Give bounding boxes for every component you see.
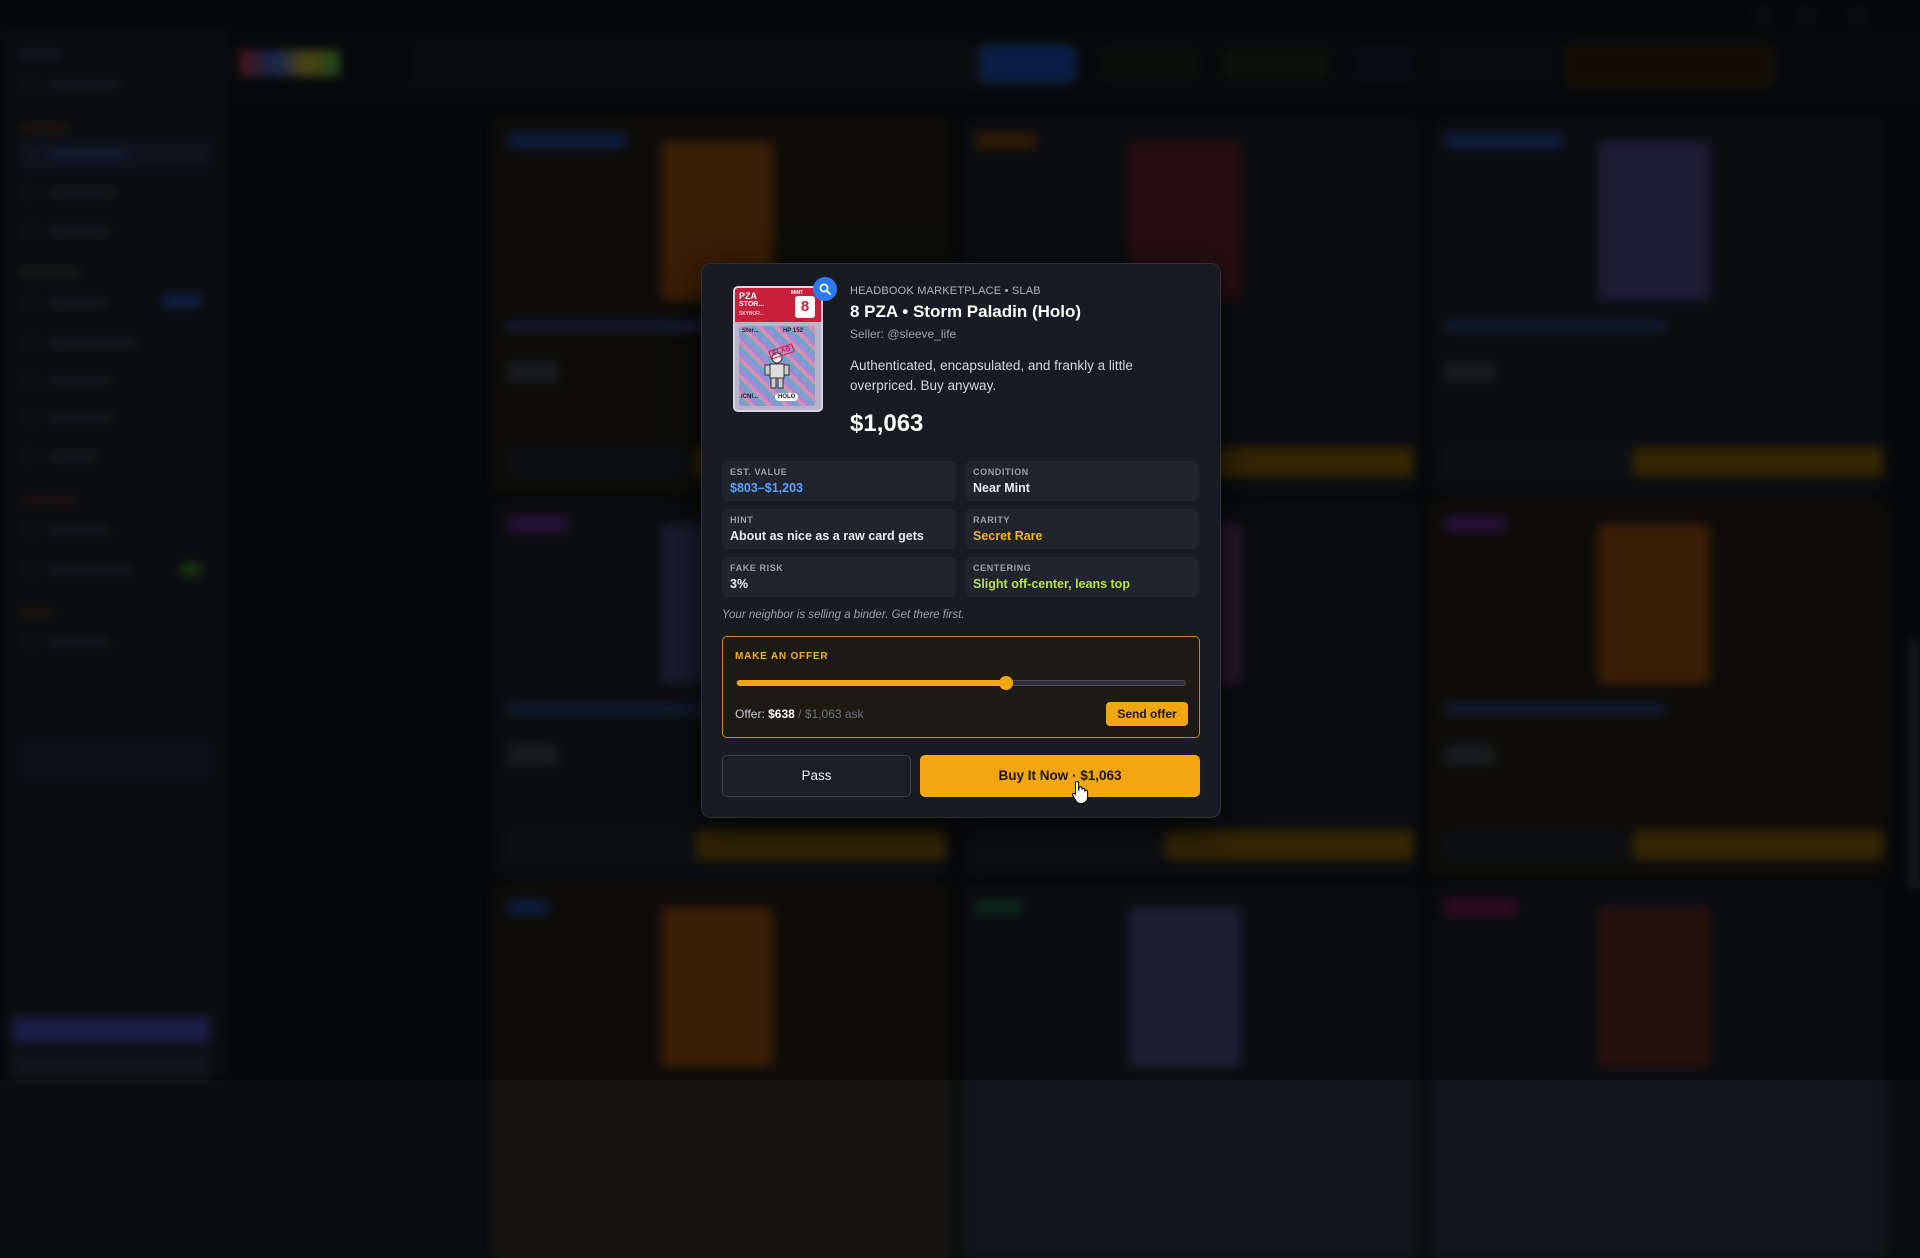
slab-grader: PZA	[739, 291, 757, 301]
offer-summary: Offer: $638 / $1,063 ask	[735, 707, 864, 721]
listing-price: $1,063	[850, 410, 924, 437]
offer-label: MAKE AN OFFER	[735, 651, 829, 662]
offer-prefix: Offer:	[735, 707, 769, 721]
stat-value: About as nice as a raw card gets	[730, 529, 924, 543]
listing-source: HEADBOOK MARKETPLACE • SLAB	[850, 285, 1041, 297]
slab-grade: 8	[795, 296, 815, 318]
stat-value: Near Mint	[973, 481, 1030, 495]
holo-badge: HOLO	[775, 393, 799, 401]
stat-condition: CONDITION Near Mint	[965, 461, 1199, 501]
stat-label: CONDITION	[973, 467, 1029, 477]
stat-value: 3%	[730, 577, 749, 591]
seller-link[interactable]: Seller: @sleeve_life	[850, 327, 956, 341]
pass-button[interactable]: Pass	[722, 755, 911, 797]
listing-description: Authenticated, encapsulated, and frankly…	[850, 358, 1133, 393]
stat-label: FAKE RISK	[730, 563, 784, 573]
stat-value: $803–$1,203	[730, 481, 803, 495]
listing-modal: PZA STOR... SKYBOR... MINT 8 Stor... HP …	[701, 263, 1221, 818]
stat-est-value: EST. VALUE $803–$1,203	[722, 461, 956, 501]
card-inner-name: Stor...	[742, 328, 759, 334]
stat-fake-risk: FAKE RISK 3%	[722, 557, 956, 597]
stat-hint: HINT About as nice as a raw card gets	[722, 509, 956, 549]
buy-it-now-button[interactable]: Buy It Now · $1,063	[920, 755, 1200, 797]
send-offer-button[interactable]: Send offer	[1106, 702, 1188, 726]
stat-centering: CENTERING Slight off-center, leans top	[965, 557, 1199, 597]
hand-cursor-icon	[1071, 780, 1089, 804]
stat-label: HINT	[730, 515, 754, 525]
listing-title: 8 PZA • Storm Paladin (Holo)	[850, 302, 1082, 321]
offer-slider[interactable]	[736, 676, 1186, 690]
slab-set-name: SKYBOR...	[739, 311, 765, 317]
offer-slider-thumb[interactable]	[998, 676, 1013, 690]
offer-slider-fill	[737, 680, 1006, 686]
magnifier-icon	[819, 283, 831, 295]
card-number: ICNI...	[741, 394, 759, 400]
offer-ask: / $1,063 ask	[798, 707, 864, 721]
stat-label: CENTERING	[973, 563, 1032, 573]
slab-card-name: STOR...	[739, 301, 765, 308]
stat-value: Slight off-center, leans top	[973, 577, 1130, 591]
stat-rarity: RARITY Secret Rare	[965, 509, 1199, 549]
stat-value: Secret Rare	[973, 529, 1043, 543]
stat-label: EST. VALUE	[730, 467, 788, 477]
stat-label: RARITY	[973, 515, 1011, 525]
offer-amount: $638	[768, 707, 795, 721]
offer-panel: MAKE AN OFFER Offer: $638 / $1,063 ask S…	[722, 636, 1200, 738]
flavor-tip: Your neighbor is selling a binder. Get t…	[722, 609, 965, 621]
zoom-button[interactable]	[813, 277, 837, 301]
card-hp: HP 152	[783, 328, 803, 334]
card-thumbnail[interactable]: PZA STOR... SKYBOR... MINT 8 Stor... HP …	[733, 286, 823, 412]
